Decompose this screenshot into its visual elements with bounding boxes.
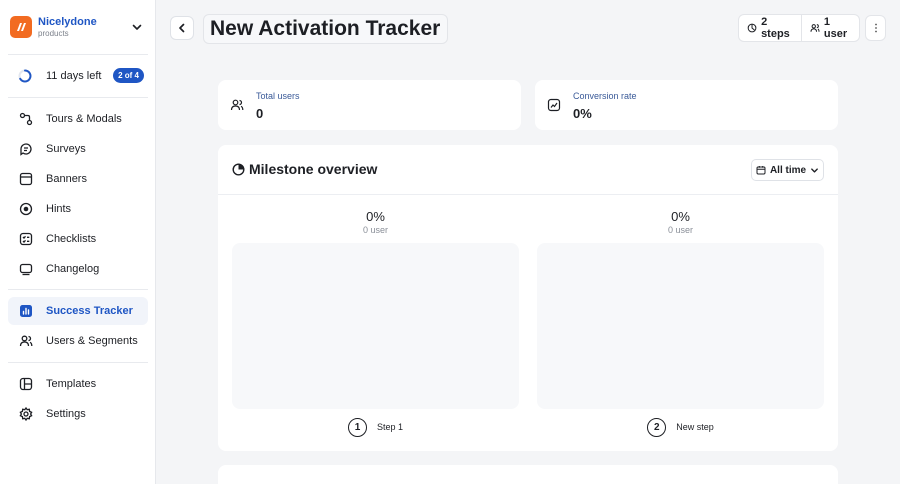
- sidebar-item-changelog[interactable]: Changelog: [8, 255, 148, 283]
- workspace-name: Nicelydone: [38, 15, 97, 28]
- milestone-step: 0% 0 user 1 Step 1: [232, 209, 519, 437]
- users-button[interactable]: 1 user: [800, 15, 859, 41]
- users-icon: [810, 24, 820, 32]
- chevron-left-icon: [179, 23, 185, 33]
- milestone-step: 0% 0 user 2 New step: [537, 209, 824, 437]
- progress-ring-icon: [18, 69, 32, 83]
- sidebar-item-label: Surveys: [46, 143, 86, 155]
- milestone-percent: 0%: [366, 209, 385, 224]
- workspace-subtitle: products: [38, 28, 69, 38]
- milestone-percent: 0%: [671, 209, 690, 224]
- next-panel: [218, 465, 838, 484]
- checklist-icon: [19, 232, 33, 246]
- step-number: 1: [347, 417, 367, 437]
- date-range-value: All time: [769, 164, 807, 176]
- steps-button[interactable]: 2 steps: [739, 15, 801, 41]
- sidebar-divider: [8, 362, 148, 363]
- sidebar-divider: [8, 54, 148, 55]
- sidebar-item-label: Tours & Modals: [46, 113, 122, 125]
- banner-icon: [19, 172, 33, 186]
- pie-chart-icon: [232, 163, 245, 176]
- sidebar-item-label: Success Tracker: [46, 305, 133, 317]
- sidebar-divider: [8, 289, 148, 290]
- trial-badge: 2 of 4: [113, 68, 144, 83]
- template-icon: [19, 377, 33, 391]
- workspace-switcher-button[interactable]: [130, 20, 144, 34]
- sidebar-item-surveys[interactable]: Surveys: [8, 135, 148, 163]
- sidebar-item-checklists[interactable]: Checklists: [8, 225, 148, 253]
- sidebar-item-label: Hints: [46, 203, 72, 215]
- trial-days-left: 11 days left: [46, 70, 102, 82]
- milestone-step-label[interactable]: 1 Step 1: [232, 417, 519, 437]
- sidebar-item-settings[interactable]: Settings: [8, 400, 148, 428]
- sidebar-item-tours-modals[interactable]: Tours & Modals: [8, 105, 148, 133]
- sidebar-item-label: Templates: [46, 378, 97, 390]
- milestone-user-count: 0 user: [667, 225, 693, 235]
- milestone-overview-panel: Milestone overview All time 0% 0 user 1 …: [218, 145, 838, 451]
- sidebar-item-label: Banners: [46, 173, 87, 185]
- steps-icon: [747, 23, 757, 33]
- calendar-icon: [756, 166, 766, 175]
- sidebar-item-label: Checklists: [46, 233, 97, 245]
- brand-logo: [10, 16, 32, 38]
- sidebar: Nicelydone products 11 days left 2 of 4 …: [0, 0, 156, 484]
- stat-value: 0%: [573, 106, 592, 121]
- sidebar-item-success-tracker[interactable]: Success Tracker: [8, 297, 148, 325]
- sidebar-item-label: Settings: [46, 408, 86, 420]
- steps-count: 2 steps: [761, 16, 790, 40]
- sidebar-item-templates[interactable]: Templates: [8, 370, 148, 398]
- step-name: New step: [676, 422, 714, 432]
- milestone-user-count: 0 user: [362, 225, 388, 235]
- sidebar-divider: [8, 97, 148, 98]
- tracker-summary: 2 steps 1 user: [738, 14, 860, 42]
- step-number: 2: [647, 417, 667, 437]
- title-field[interactable]: New Activation Tracker: [203, 14, 448, 44]
- chevron-down-icon: [132, 24, 142, 30]
- hint-icon: [19, 202, 33, 216]
- trend-icon: [547, 98, 561, 112]
- date-range-select[interactable]: All time: [751, 159, 824, 181]
- survey-icon: [19, 142, 33, 156]
- more-vertical-icon: [874, 23, 877, 33]
- sidebar-item-label: Users & Segments: [46, 335, 138, 347]
- chevron-down-icon: [811, 167, 818, 173]
- more-options-button[interactable]: [865, 15, 886, 41]
- page-title: New Activation Tracker: [210, 17, 441, 40]
- sidebar-item-banners[interactable]: Banners: [8, 165, 148, 193]
- stat-label: Conversion rate: [573, 91, 637, 101]
- sidebar-item-label: Changelog: [46, 263, 100, 275]
- changelog-icon: [19, 262, 33, 276]
- stat-card-total-users: Total users 0: [218, 80, 521, 130]
- users-icon: [230, 99, 244, 111]
- panel-title: Milestone overview: [249, 161, 378, 177]
- stat-value: 0: [256, 106, 264, 121]
- users-count: 1 user: [823, 16, 848, 40]
- stat-card-conversion-rate: Conversion rate 0%: [535, 80, 838, 130]
- panel-header: Milestone overview All time: [218, 145, 838, 195]
- back-button[interactable]: [170, 16, 194, 40]
- milestone-bar-area: [232, 243, 519, 409]
- gear-icon: [19, 407, 33, 421]
- sidebar-item-hints[interactable]: Hints: [8, 195, 148, 223]
- chart-icon: [19, 304, 33, 318]
- trial-status[interactable]: 11 days left 2 of 4: [18, 66, 144, 86]
- milestone-bar-area: [537, 243, 824, 409]
- sidebar-item-users-segments[interactable]: Users & Segments: [8, 327, 148, 355]
- users-icon: [19, 334, 33, 348]
- brand: Nicelydone products: [10, 12, 150, 42]
- step-name: Step 1: [376, 422, 404, 432]
- stat-label: Total users: [256, 91, 300, 101]
- milestone-step-label[interactable]: 2 New step: [537, 417, 824, 437]
- tours-icon: [19, 112, 33, 126]
